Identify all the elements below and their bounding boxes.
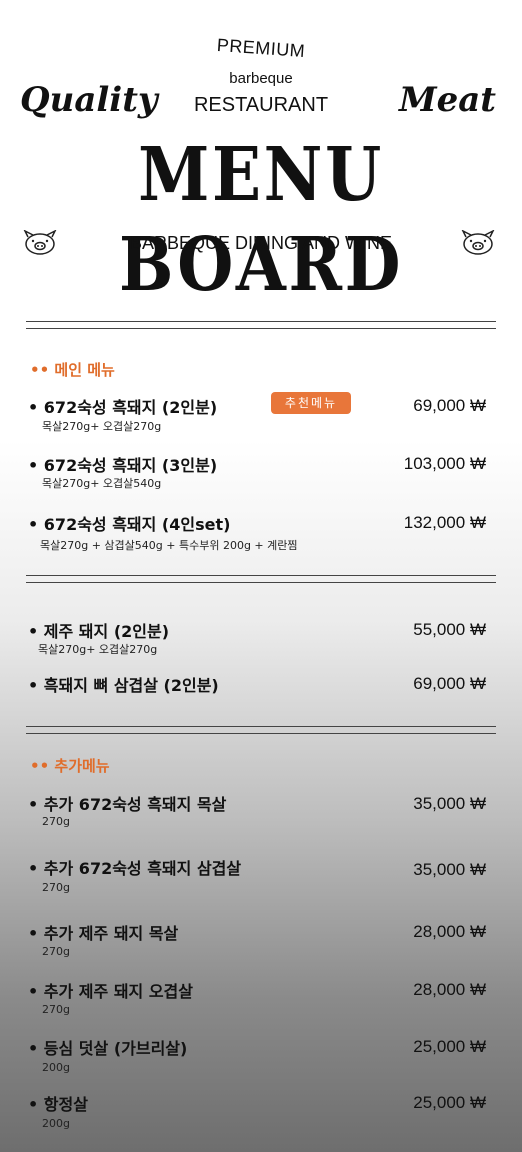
menu-item-price: 25,000 ₩ [413, 1037, 486, 1056]
menu-item-name: • 등심 덧살 (가브리살) [28, 1039, 188, 1058]
menu-item-desc: 200g [42, 1117, 70, 1130]
menu-item-desc: 200g [42, 1061, 70, 1074]
menu-item-name: • 항정살 [28, 1095, 88, 1114]
menu-item-price: 103,000 ₩ [403, 454, 486, 473]
menu-item-name: • 추가 672숙성 흑돼지 목살 [28, 795, 227, 814]
premium-label: PREMIUM [216, 34, 306, 62]
menu-item-price: 55,000 ₩ [413, 620, 486, 639]
menu-item-desc: 270g [42, 1003, 70, 1016]
menu-item-desc: 목살270g+ 오겹살270g [38, 643, 158, 656]
menu-item-price: 69,000 ₩ [413, 674, 486, 693]
divider [26, 575, 496, 583]
divider [26, 726, 496, 734]
menu-item-name: • 672숙성 흑돼지 (2인분) [28, 398, 218, 417]
menu-item-desc: 270g [42, 945, 70, 958]
menu-item-desc: 270g [42, 815, 70, 828]
section-additional-menu: •• 추가메뉴 [30, 757, 110, 775]
menu-item-name: • 추가 672숙성 흑돼지 삼겹살 [28, 859, 242, 878]
quality-script: Quality [20, 80, 158, 120]
menu-item-price: 132,000 ₩ [403, 513, 486, 532]
menu-item-price: 35,000 ₩ [413, 794, 486, 813]
menu-item-desc: 270g [42, 881, 70, 894]
subtitle: BARBEQUE DINING AND WINE [129, 233, 393, 253]
menu-item-price: 69,000 ₩ [413, 396, 486, 415]
section-main-menu: •• 메인 메뉴 [30, 361, 115, 379]
divider [26, 321, 496, 329]
menu-item-price: 28,000 ₩ [413, 922, 486, 941]
recommended-badge: 추천메뉴 [271, 392, 351, 414]
menu-item-name: • 추가 제주 돼지 목살 [28, 924, 179, 943]
menu-item-desc: 목살270g+ 오겹살270g [42, 420, 162, 433]
menu-item-price: 28,000 ₩ [413, 980, 486, 999]
menu-item-desc: 목살270g+ 오겹살540g [42, 477, 162, 490]
menu-item-name: • 흑돼지 뼈 삼겹살 (2인분) [28, 676, 219, 695]
menu-item-desc: 목살270g + 삼겹살540g + 특수부위 200g + 계란찜 [40, 539, 298, 552]
menu-item-name: • 제주 돼지 (2인분) [28, 622, 170, 641]
menu-item-price: 35,000 ₩ [413, 860, 486, 879]
pig-face-icon [461, 230, 495, 255]
meat-script: Meat [398, 80, 496, 120]
menu-item-price: 25,000 ₩ [413, 1093, 486, 1112]
menu-item-name: • 672숙성 흑돼지 (3인분) [28, 456, 218, 475]
menu-item-name: • 추가 제주 돼지 오겹살 [28, 982, 193, 1001]
menu-item-name: • 672숙성 흑돼지 (4인set) [28, 515, 231, 534]
page-title: MENU BOARD [118, 132, 404, 308]
